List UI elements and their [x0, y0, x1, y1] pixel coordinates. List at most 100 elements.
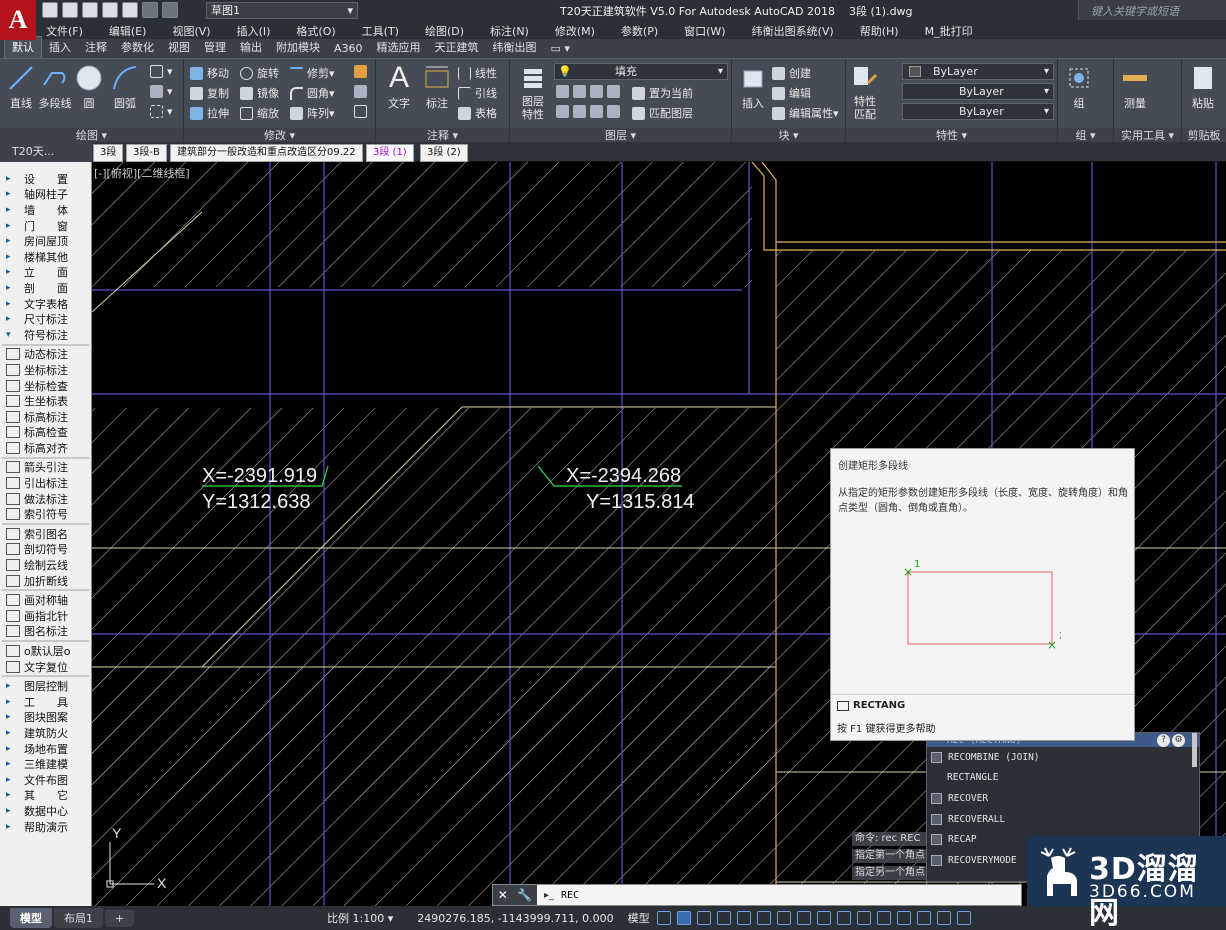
menu-modify[interactable]: 修改(M) — [555, 23, 595, 39]
tab-insert[interactable]: 插入 — [42, 37, 78, 58]
undo-icon[interactable] — [142, 2, 158, 18]
infer-constraints-icon[interactable] — [696, 911, 711, 925]
snap-icon[interactable] — [676, 911, 691, 925]
selection-filter-icon[interactable] — [936, 911, 951, 925]
coord1-x-text[interactable]: X=-2391.919 — [202, 465, 317, 487]
sidebar-item[interactable]: ▸ 建筑防火 — [0, 725, 91, 741]
viewport-label[interactable]: [-][俯视][二维线框] — [94, 165, 190, 181]
tab-manage[interactable]: 管理 — [197, 37, 233, 58]
panel-properties-title[interactable]: 特性 ▾ — [846, 128, 1057, 143]
stretch-button[interactable]: 拉伸 — [190, 105, 229, 121]
edit-block-button[interactable]: 编辑 — [772, 85, 811, 101]
autocomplete-item[interactable]: RECOMBINE (JOIN) — [927, 747, 1199, 768]
panel-block-title[interactable]: 块 ▾ — [732, 128, 845, 143]
rotate-button[interactable]: 旋转 — [240, 65, 279, 81]
sidebar-item[interactable]: 绘制云线 — [0, 557, 91, 573]
lineweight-icon[interactable] — [836, 911, 851, 925]
help-icon[interactable]: ? — [1157, 734, 1170, 747]
command-input[interactable]: REC — [561, 890, 579, 901]
tab-addins[interactable]: 附加模块 — [269, 37, 327, 58]
menu-weiheng[interactable]: 纬衡出图系统(V) — [752, 23, 834, 39]
sidebar-item[interactable]: ▸ 墙 体 — [0, 202, 91, 218]
t20-panel-title[interactable]: T20天... — [0, 142, 92, 162]
sidebar-item[interactable]: 做法标注 — [0, 491, 91, 507]
sidebar-item[interactable]: ▸ 剖 面 — [0, 280, 91, 296]
set-current-button[interactable]: 置为当前 — [632, 85, 693, 101]
sidebar-item[interactable]: ▸ 帮助演示 — [0, 819, 91, 835]
leader-button[interactable]: 引线 — [458, 85, 497, 101]
tab-output[interactable]: 输出 — [233, 37, 269, 58]
hatch-tool[interactable]: ▾ — [150, 85, 173, 98]
copy-button[interactable]: 复制 — [190, 85, 229, 101]
panel-layers-title[interactable]: 图层 ▾ — [510, 128, 731, 143]
gizmo-icon[interactable] — [956, 911, 971, 925]
linear-dim-button[interactable]: 线性 — [458, 65, 497, 81]
sidebar-item[interactable]: ▾ 符号标注 — [0, 327, 91, 343]
layer-tools-row2[interactable] — [556, 105, 624, 118]
app-logo[interactable]: A — [0, 0, 36, 40]
sidebar-item[interactable]: ▸ 数据中心 — [0, 803, 91, 819]
match-layer-button[interactable]: 匹配图层 — [632, 105, 693, 121]
transparency-icon[interactable] — [856, 911, 871, 925]
add-layout-button[interactable]: + — [105, 909, 135, 927]
workspace-select[interactable]: 草图1 — [206, 2, 358, 19]
search-input[interactable]: 键入关键字或短语 — [1078, 0, 1226, 20]
circle-button[interactable]: 圆 — [70, 63, 108, 111]
erase-tool[interactable] — [354, 65, 371, 78]
tab-tangent-arch[interactable]: 天正建筑 — [428, 37, 486, 58]
sidebar-item[interactable]: ▸ 三维建模 — [0, 756, 91, 772]
tab-featured-apps[interactable]: 精选应用 — [370, 37, 428, 58]
coord1-y-text[interactable]: Y=1312.638 — [202, 491, 310, 513]
dynamic-input-icon[interactable] — [716, 911, 731, 925]
sidebar-item[interactable]: o默认层o — [0, 643, 91, 659]
sidebar-item[interactable]: 标高检查 — [0, 425, 91, 441]
autocomplete-item[interactable]: RECOVERALL — [927, 809, 1199, 830]
object-snap-tracking-icon[interactable] — [796, 911, 811, 925]
sidebar-item[interactable]: ▸ 轴网柱子 — [0, 187, 91, 203]
trim-button[interactable]: 修剪 ▾ — [290, 65, 335, 81]
offset-tool[interactable] — [354, 105, 371, 118]
sidebar-item[interactable]: ▸ 文件布图 — [0, 772, 91, 788]
sidebar-item[interactable]: 箭头引注 — [0, 460, 91, 476]
sidebar-item[interactable]: ▸ 图块图案 — [0, 710, 91, 726]
edit-attributes-button[interactable]: 编辑属性 ▾ — [772, 105, 839, 121]
line-button[interactable]: 直线 — [2, 63, 40, 111]
dimension-button[interactable]: 标注 — [418, 63, 456, 111]
tab-annotate[interactable]: 注释 — [78, 37, 114, 58]
layer-tools-row1[interactable] — [556, 85, 624, 98]
fillet-button[interactable]: 圆角 ▾ — [290, 85, 335, 101]
selection-cycling-icon[interactable] — [876, 911, 891, 925]
panel-draw-title[interactable]: 绘图 ▾ — [0, 128, 183, 143]
file-tab-1[interactable]: 3段 — [93, 144, 124, 162]
save-as-icon[interactable] — [102, 2, 118, 18]
array-button[interactable]: 阵列 ▾ — [290, 105, 335, 121]
sidebar-item[interactable]: 画指北针 — [0, 608, 91, 624]
menu-help[interactable]: 帮助(H) — [860, 23, 899, 39]
sidebar-item[interactable]: 坐标标注 — [0, 362, 91, 378]
mirror-button[interactable]: 镜像 — [240, 85, 279, 101]
sidebar-item[interactable]: 标高标注 — [0, 409, 91, 425]
move-button[interactable]: 移动 — [190, 65, 229, 81]
sidebar-item[interactable]: 加折断线 — [0, 573, 91, 589]
wrench-icon[interactable]: 🔧 — [517, 888, 532, 902]
group-button[interactable]: 组 — [1060, 63, 1098, 111]
panel-modify-title[interactable]: 修改 ▾ — [184, 128, 375, 143]
dynamic-ucs-icon[interactable] — [916, 911, 931, 925]
rectangle-tool[interactable]: ▾ — [150, 65, 173, 78]
settings-icon[interactable]: ⚙ — [1172, 734, 1185, 747]
file-tab-3[interactable]: 建筑部分一般改造和重点改造区分09.22 — [170, 144, 363, 162]
insert-block-button[interactable]: 插入 — [734, 63, 772, 111]
panel-utilities-title[interactable]: 实用工具 ▾ — [1114, 128, 1181, 143]
sidebar-item[interactable]: ▸ 场地布置 — [0, 741, 91, 757]
layer-properties-button[interactable]: 图层 特性 — [514, 63, 552, 121]
sidebar-item[interactable]: 文字复位 — [0, 659, 91, 675]
measure-button[interactable]: 测量 — [1116, 63, 1154, 111]
autocomplete-scrollbar[interactable] — [1192, 733, 1197, 767]
sidebar-item[interactable]: 索引图名 — [0, 526, 91, 542]
redo-icon[interactable] — [162, 2, 178, 18]
polyline-button[interactable]: 多段线 — [36, 63, 74, 111]
sidebar-item[interactable]: ▸ 立 面 — [0, 265, 91, 281]
tab-a360[interactable]: A360 — [327, 40, 370, 58]
sidebar-item[interactable]: 画对称轴 — [0, 592, 91, 608]
sidebar-item[interactable]: 生坐标表 — [0, 393, 91, 409]
